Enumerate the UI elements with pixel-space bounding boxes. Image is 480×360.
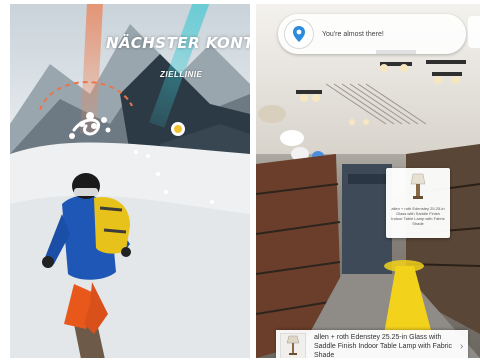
table-lamp-icon: [410, 173, 426, 199]
trail-dot: [164, 190, 168, 194]
snowboarder-character: [42, 173, 131, 358]
notification-text: You're almost there!: [322, 30, 384, 38]
trail-dot: [146, 154, 150, 158]
product-info-bar[interactable]: allen + roth Edenstey 25.25-in Glass wit…: [276, 330, 468, 358]
trail-dot: [210, 200, 214, 204]
chevron-right-icon[interactable]: ›: [460, 341, 463, 352]
product-info-text: allen + roth Edenstey 25.25-in Glass wit…: [314, 333, 453, 359]
product-card[interactable]: allen + roth Edenstey 25.25-in Glass wit…: [386, 168, 450, 238]
checkpoint-title: NÄCHSTER KONTROLLPUNKT: [106, 34, 250, 52]
snowboard-game-screen: NÄCHSTER KONTROLLPUNKT ZIELLINIE: [10, 4, 250, 358]
table-lamp-icon: [286, 335, 300, 355]
speed-swirl-icon: [69, 118, 111, 139]
store-ar-navigation-screen: You're almost there! allen + roth Edenst…: [256, 4, 480, 358]
checkpoint-marker-icon: [171, 122, 185, 136]
checkpoint-subtitle: ZIELLINIE: [160, 70, 203, 79]
arrival-notification: You're almost there!: [278, 14, 466, 54]
side-tab[interactable]: [468, 16, 480, 48]
trail-dot: [156, 172, 160, 176]
location-pin-icon: [284, 19, 314, 49]
product-card-title: allen + roth Edenstey 25.25-in Glass wit…: [391, 206, 445, 226]
trail-dot: [134, 150, 138, 154]
product-thumbnail: [280, 333, 306, 358]
